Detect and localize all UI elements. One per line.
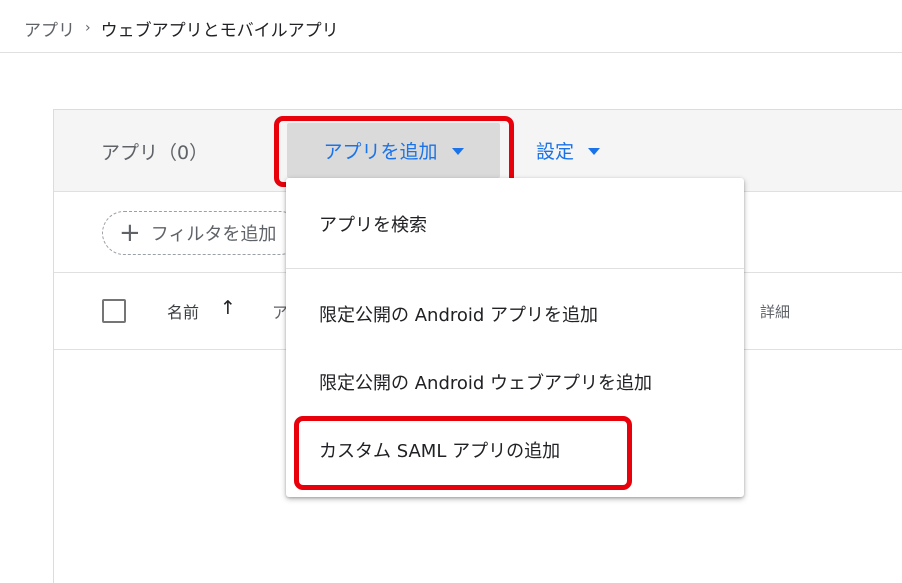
select-all-checkbox[interactable] [102,299,126,323]
add-filter-label: フィルタを追加 [150,224,277,245]
add-app-button[interactable]: アプリを追加 [287,123,500,178]
breadcrumb: アプリ › ウェブアプリとモバイルアプリ [24,14,339,42]
menu-item-add-private-android-app[interactable]: 限定公開の Android アプリを追加 [286,282,744,346]
menu-item-add-private-android-web-app[interactable]: 限定公開の Android ウェブアプリを追加 [286,350,744,414]
breadcrumb-apps-link[interactable]: アプリ [24,16,75,41]
add-app-label: アプリを追加 [323,141,438,163]
breadcrumb-current: ウェブアプリとモバイルアプリ [100,20,339,41]
column-header-name[interactable]: 名前 [167,299,199,323]
header-divider [0,52,902,53]
settings-button[interactable]: 設定 [536,123,601,178]
apps-count-title: アプリ（0） [101,142,209,164]
dropdown-caret-icon [588,148,601,155]
sort-ascending-icon[interactable]: ↑ [220,297,236,319]
menu-divider [286,268,744,269]
plus-icon: + [119,218,141,248]
menu-item-add-custom-saml-app[interactable]: カスタム SAML アプリの追加 [286,418,744,482]
settings-label: 設定 [536,141,575,163]
add-app-dropdown-menu: アプリを検索 限定公開の Android アプリを追加 限定公開の Androi… [286,178,744,497]
dropdown-caret-icon [451,148,464,155]
menu-item-search-apps[interactable]: アプリを検索 [286,192,744,256]
breadcrumb-chevron-icon: › [85,20,91,36]
column-header-details: 詳細 [760,303,791,321]
add-filter-chip[interactable]: + フィルタを追加 [102,211,302,255]
